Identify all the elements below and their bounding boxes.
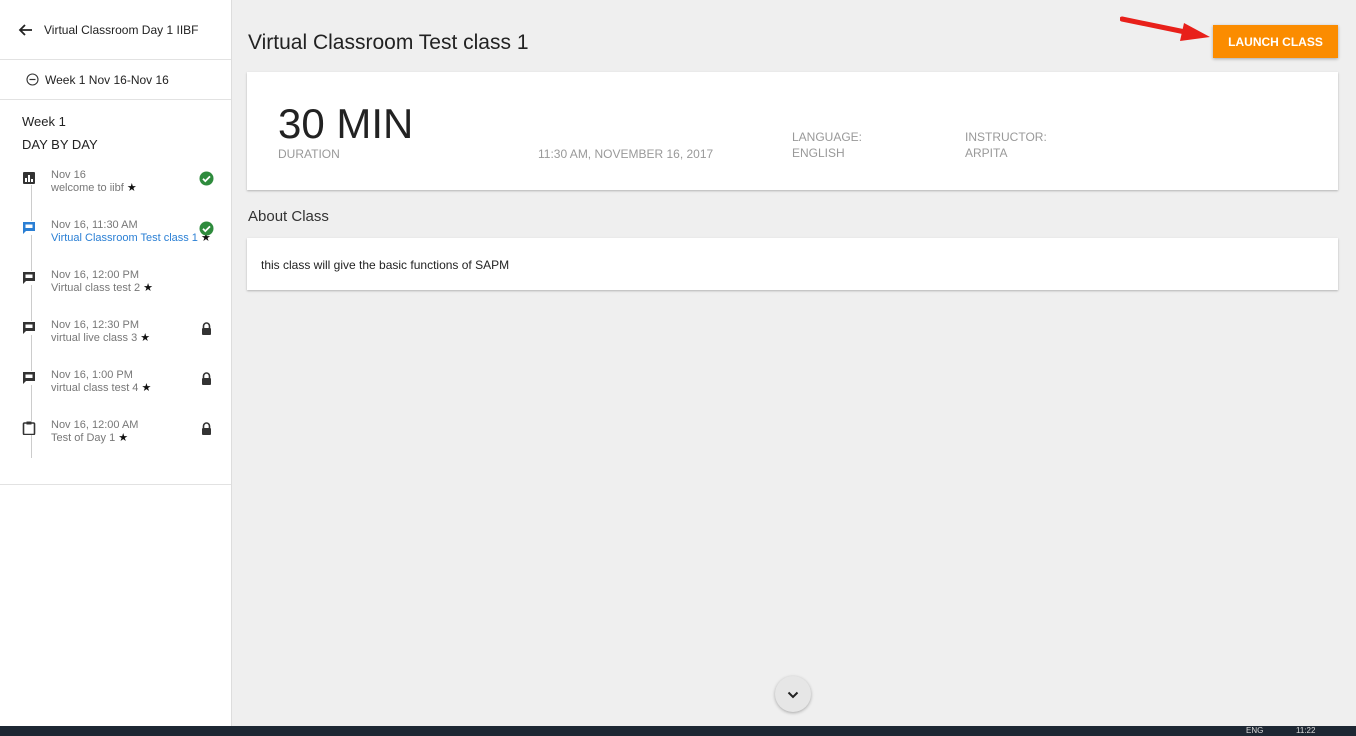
launch-class-button[interactable]: LAUNCH CLASS [1213,25,1338,58]
week-content: Week 1 DAY BY DAY Nov 16 welcome to iibf… [0,100,231,485]
arrow-right-icon [1120,16,1210,41]
taskbar-language[interactable]: ENG [1246,726,1263,736]
item-title: virtual class test 4 [51,382,139,394]
class-datetime: 11:30 AM, NOVEMBER 16, 2017 [538,147,714,161]
scroll-down-button[interactable] [775,676,811,712]
week-label: Week 1 Nov 16-Nov 16 [45,72,169,87]
star-icon: ★ [118,432,129,444]
lock-icon [199,321,214,336]
item-time: Nov 16, 12:00 PM [51,269,140,281]
instructor-value: ARPITA [965,146,1008,160]
star-icon: ★ [141,382,152,394]
course-title: Virtual Classroom Day 1 IIBF [44,22,199,37]
item-title: Virtual class test 2 [51,282,141,294]
lock-icon [199,421,214,436]
star-icon: ★ [143,282,153,294]
sidebar-item-virtual-class-test-4[interactable]: Nov 16, 1:00 PM virtual class test 4 ★ [22,369,222,419]
item-time: Nov 16, 1:00 PM [51,369,133,381]
chat-icon [22,271,36,285]
item-title: Virtual Classroom Test class 1 [51,232,198,244]
duration-label: DURATION [278,147,340,161]
back-link[interactable]: Virtual Classroom Day 1 IIBF [0,0,231,60]
about-card: this class will give the basic functions… [247,238,1338,290]
sidebar-item-virtual-classroom-test-class-1[interactable]: Nov 16, 11:30 AM Virtual Classroom Test … [22,219,222,269]
os-taskbar: ENG 11:22 [0,726,1356,736]
class-info-card: 30 MIN DURATION 11:30 AM, NOVEMBER 16, 2… [247,72,1338,190]
item-time: Nov 16 [51,169,86,181]
chevron-down-icon [787,687,799,702]
arrow-left-icon [18,22,34,38]
about-text: this class will give the basic functions… [261,258,510,272]
item-title: Test of Day 1 [51,432,116,444]
lock-icon [199,371,214,386]
item-title: welcome to iibf [51,182,124,194]
duration-value: 30 MIN [278,100,414,147]
bar-chart-icon [22,171,36,185]
sidebar-item-virtual-live-class-3[interactable]: Nov 16, 12:30 PM virtual live class 3 ★ [22,319,222,369]
week-toggle[interactable]: Week 1 Nov 16-Nov 16 [0,60,231,100]
minus-circle-icon [26,73,39,86]
about-heading: About Class [248,208,329,225]
star-icon: ★ [126,182,137,194]
check-circle-icon [199,171,214,186]
sidebar-item-welcome[interactable]: Nov 16 welcome to iibf ★ [22,169,222,219]
instructor-label: INSTRUCTOR: [965,130,1047,144]
star-icon: ★ [140,332,151,344]
section-day-by-day: DAY BY DAY [22,137,98,152]
sidebar-item-virtual-class-test-2[interactable]: Nov 16, 12:00 PM Virtual class test 2 ★ [22,269,222,319]
main-content: Virtual Classroom Test class 1 LAUNCH CL… [232,0,1356,726]
sidebar-item-test-of-day-1[interactable]: Nov 16, 12:00 AM Test of Day 1 ★ [22,419,222,469]
sidebar: Virtual Classroom Day 1 IIBF Week 1 Nov … [0,0,232,726]
chat-icon [22,371,36,385]
chat-icon [22,321,36,335]
page-title: Virtual Classroom Test class 1 [248,31,529,54]
check-circle-icon [199,221,214,236]
item-time: Nov 16, 12:00 AM [51,419,139,431]
item-time: Nov 16, 12:30 PM [51,319,140,331]
item-time: Nov 16, 11:30 AM [51,219,138,231]
item-title: virtual live class 3 [51,332,138,344]
clipboard-icon [22,421,36,436]
section-week: Week 1 [22,114,66,129]
chat-icon [22,221,36,235]
language-label: LANGUAGE: [792,130,863,144]
language-value: ENGLISH [792,146,845,160]
taskbar-clock[interactable]: 11:22 [1296,726,1315,736]
